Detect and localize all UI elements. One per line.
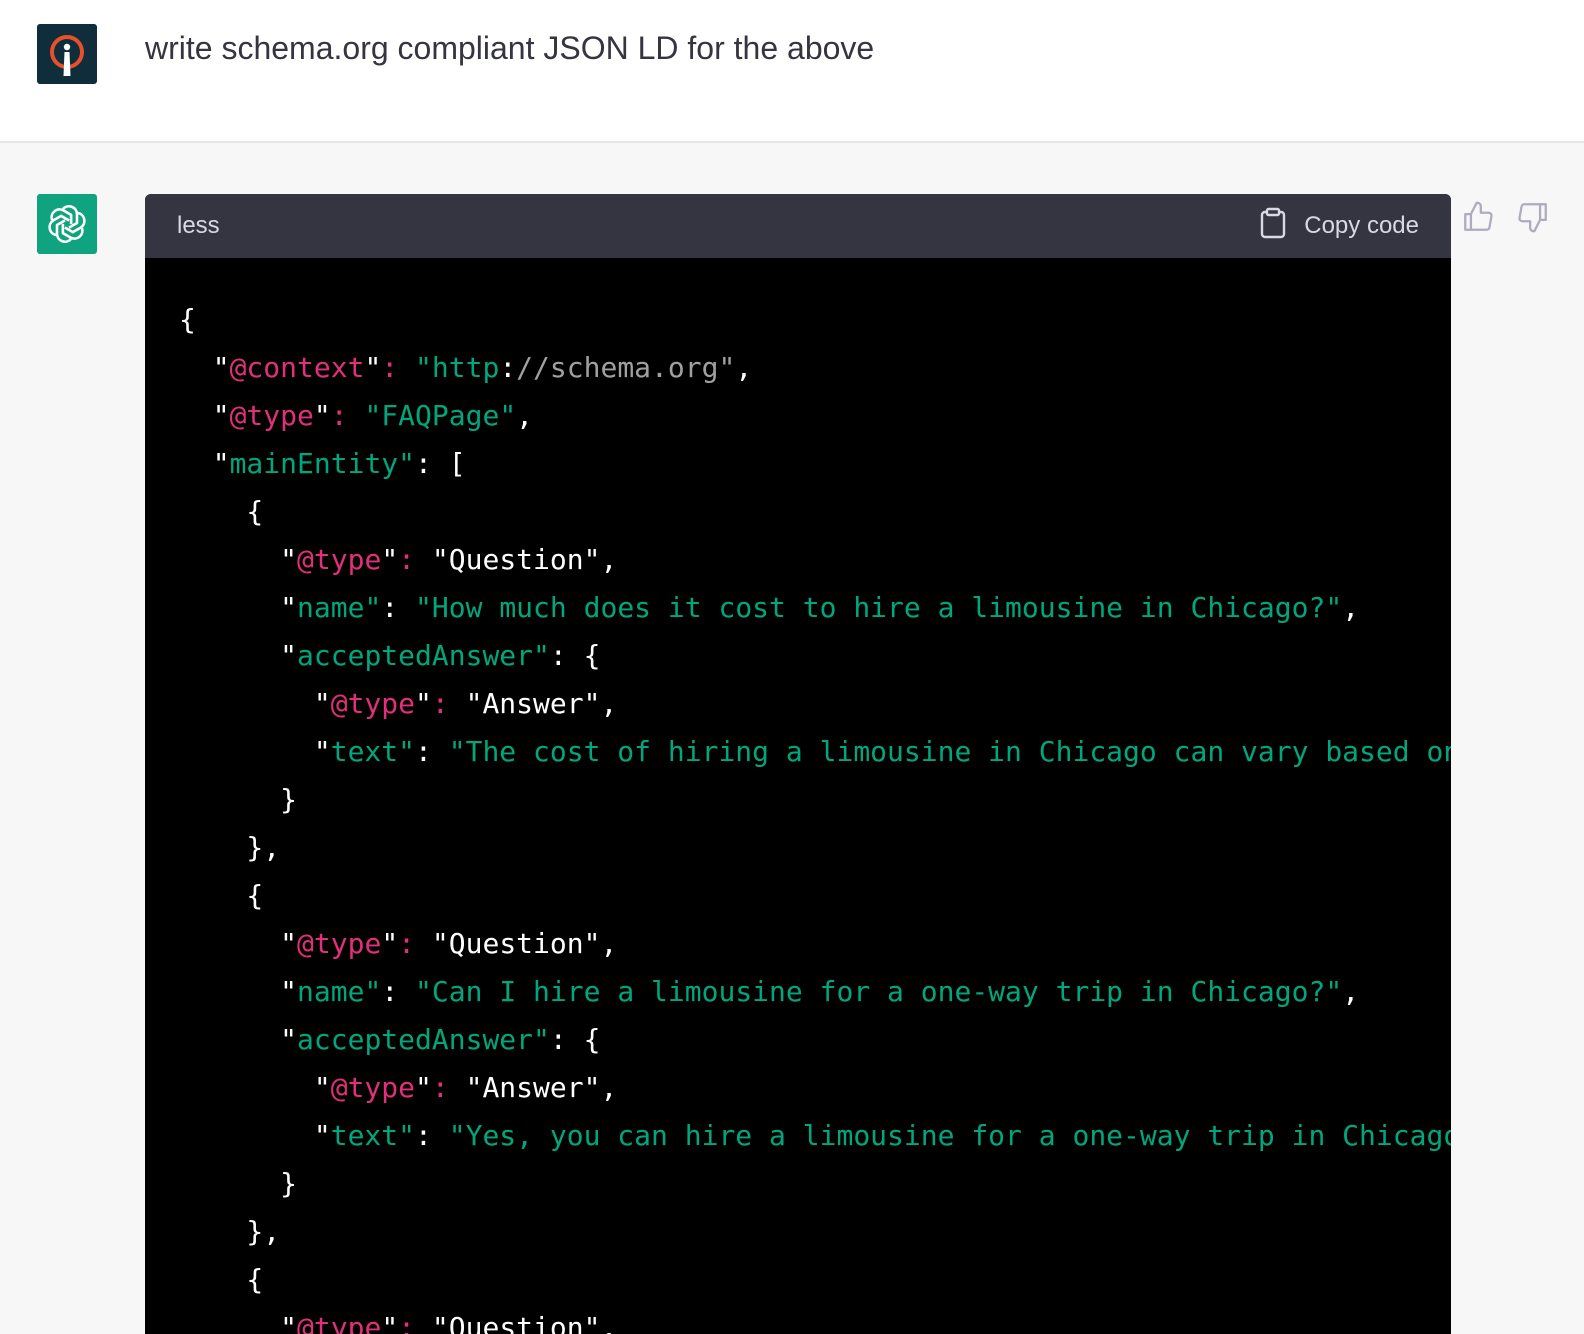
code-line: { [179,879,264,912]
code-line: "@type": "Question", [179,927,618,960]
openai-logo-icon [37,194,97,254]
code-line: "@type": "Answer", [179,687,618,720]
code-line: "@type": "Answer", [179,1071,618,1104]
copy-code-button[interactable]: Copy code [1260,194,1419,258]
code-line: "@type": "Question", [179,543,618,576]
code-language-label: less [177,212,220,239]
code-content: { "@context": "http://schema.org", "@typ… [145,258,1451,1334]
clipboard-icon [1260,207,1286,246]
code-line: "acceptedAnswer": { [179,1023,601,1056]
code-line: "name": "Can I hire a limousine for a on… [179,975,1360,1008]
code-line: { [179,495,264,528]
code-line: { [179,1263,264,1296]
code-line: "acceptedAnswer": { [179,639,601,672]
code-line: } [179,783,298,816]
code-line: "@context": "http://schema.org", [179,351,753,384]
copy-code-label: Copy code [1304,212,1419,239]
code-line: "@type": "FAQPage", [179,399,534,432]
user-message-text: write schema.org compliant JSON LD for t… [145,30,875,66]
code-line: "text": "The cost of hiring a limousine … [179,735,1451,768]
thumbs-down-icon[interactable] [1516,200,1550,234]
code-line: }, [179,831,281,864]
thumbs-up-icon[interactable] [1461,200,1495,234]
code-block: less Copy code { "@context": "http://sch… [145,194,1451,1334]
code-line: } [179,1167,298,1200]
code-line: }, [179,1215,281,1248]
code-line: "mainEntity": [ [179,447,466,480]
code-block-header: less Copy code [145,194,1451,258]
user-avatar-icon [37,24,97,84]
code-line: "name": "How much does it cost to hire a… [179,591,1360,624]
code-line: "@type": "Question", [179,1311,618,1334]
code-line: { [179,303,196,336]
code-line: "text": "Yes, you can hire a limousine f… [179,1119,1451,1152]
user-message-row: write schema.org compliant JSON LD for t… [0,0,1584,143]
